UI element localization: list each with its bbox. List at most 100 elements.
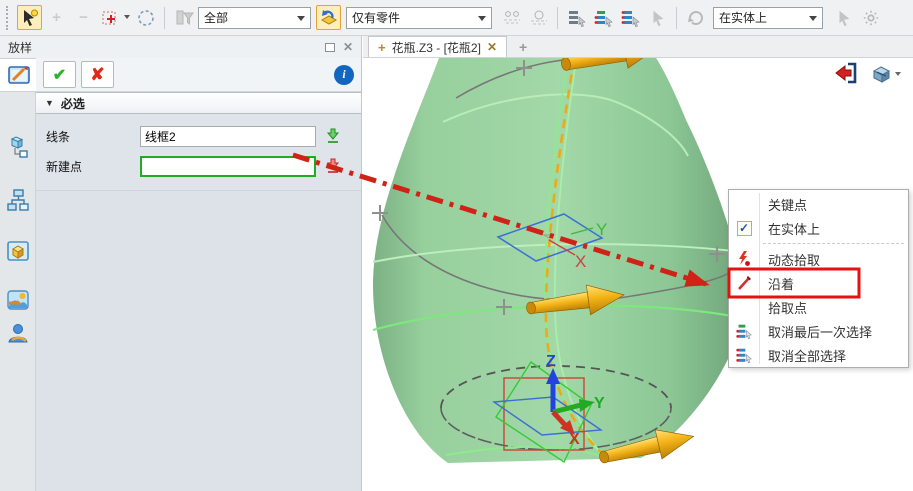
toolbar-drag-handle[interactable]	[6, 6, 12, 30]
toolbar-separator	[164, 7, 165, 29]
loop-curve-icon	[529, 8, 549, 28]
required-section-label: 必选	[61, 95, 85, 112]
remove-selection-button[interactable]: −	[71, 5, 96, 30]
chevron-down-icon	[297, 16, 305, 25]
ok-button[interactable]: ✔	[43, 61, 76, 88]
tab-view-manager[interactable]	[0, 234, 36, 268]
scene-image-icon	[6, 288, 30, 312]
menu-gutter-divider	[759, 193, 760, 364]
tab-assembly-manager[interactable]	[0, 183, 36, 217]
smart-pick-cursor-icon	[20, 8, 40, 28]
tab-close-icon[interactable]: ✕	[487, 40, 497, 54]
menu-item-label: 沿着	[759, 274, 794, 293]
document-tabbar: + 花瓶.Z3 - [花瓶2] ✕ +	[363, 36, 913, 58]
collapse-arrow-icon: ▼	[45, 98, 54, 108]
along-pen-icon	[736, 275, 752, 291]
selection-toolbar: + − 全部	[0, 0, 913, 36]
manager-tab-strip	[0, 58, 36, 491]
view-cube-icon	[870, 63, 893, 84]
menu-item-undo-all-picks[interactable]: 取消全部选择	[729, 343, 908, 367]
smart-pick-button[interactable]	[17, 5, 42, 30]
loft-command-panel: 放样 ✕	[0, 36, 362, 491]
list-cursor-icon	[567, 8, 587, 28]
required-section-header[interactable]: ▼ 必选	[36, 92, 361, 114]
list-undo-all-icon	[621, 8, 641, 28]
loop-pick-button[interactable]	[526, 5, 551, 30]
document-tab-active[interactable]: + 花瓶.Z3 - [花瓶2] ✕	[368, 36, 507, 57]
rotate-arrows-icon	[686, 8, 706, 28]
chain-curve-icon	[502, 8, 522, 28]
pick-point-cursor-button[interactable]	[831, 5, 856, 30]
panel-float-button[interactable]	[325, 43, 335, 52]
line-field-row: 线条	[46, 121, 355, 151]
gear-icon	[862, 9, 880, 27]
cancel-button[interactable]: ✘	[81, 61, 114, 88]
tab-command-form[interactable]	[0, 58, 37, 92]
view-orientation-button[interactable]	[870, 63, 901, 84]
panel-close-button[interactable]: ✕	[343, 41, 353, 53]
menu-item-undo-last-pick[interactable]: 取消最后一次选择	[729, 319, 908, 343]
pick-filter-button[interactable]	[171, 5, 196, 30]
cycle-pick-button[interactable]	[683, 5, 708, 30]
cross-icon: ✘	[90, 65, 104, 85]
pick-scope-dropdown[interactable]: 仅有零件	[346, 7, 492, 29]
point-pick-mode-dropdown[interactable]: 在实体上	[713, 7, 823, 29]
toolbar-separator	[676, 7, 677, 29]
pick-settings-button[interactable]	[858, 5, 883, 30]
menu-item-pick-point[interactable]: 拾取点	[729, 295, 908, 319]
menu-item-label: 关键点	[759, 195, 807, 214]
form-rows: 线条 新建点	[36, 114, 361, 191]
line-input[interactable]	[140, 126, 316, 147]
line-ok-arrow-button[interactable]	[325, 128, 341, 145]
tab-history-manager[interactable]	[0, 130, 36, 164]
menu-item-on-entity[interactable]: ✓ 在实体上	[729, 216, 908, 240]
entity-filter-value: 全部	[204, 9, 228, 26]
tab-expand-icon[interactable]: +	[378, 40, 386, 55]
chevron-down-icon	[895, 72, 901, 79]
reselect-button[interactable]	[645, 5, 670, 30]
menu-item-dynamic-pick[interactable]: 动态拾取	[729, 247, 908, 271]
info-button[interactable]: i	[334, 65, 354, 85]
command-button-row: ✔ ✘ i	[36, 58, 361, 92]
new-document-tab-button[interactable]: +	[507, 36, 539, 57]
add-selection-button[interactable]: +	[44, 5, 69, 30]
info-icon: i	[342, 67, 345, 82]
check-icon: ✔	[53, 65, 66, 85]
menu-item-label: 拾取点	[759, 298, 807, 317]
chevron-down-icon	[809, 16, 817, 25]
undo-all-pick-button[interactable]	[618, 5, 643, 30]
panel-body: ✔ ✘ i ▼ 必选 线条	[0, 58, 361, 491]
document-tab-title: 花瓶.Z3 - [花瓶2]	[392, 39, 481, 56]
pick-box-plus-icon	[101, 8, 121, 28]
chain-pick-button[interactable]	[499, 5, 524, 30]
newpoint-input[interactable]	[140, 156, 316, 177]
newpoint-ok-arrow-button[interactable]	[325, 158, 341, 175]
loft-form: ✔ ✘ i ▼ 必选 线条	[36, 58, 361, 491]
checkmark-icon: ✓	[737, 221, 752, 236]
green-down-arrow-icon	[325, 128, 341, 145]
toolbar-separator	[557, 7, 558, 29]
undo-all-picks-icon	[736, 347, 753, 364]
line-field-label: 线条	[46, 128, 140, 145]
solid-cube-icon	[6, 239, 30, 263]
pick-last-list-button[interactable]	[564, 5, 589, 30]
pick-context-menu: 关键点 ✓ 在实体上 动态拾取	[728, 189, 909, 368]
exit-sketch-icon[interactable]	[834, 62, 858, 84]
lasso-circle-icon	[136, 8, 156, 28]
tab-visual-manager[interactable]	[0, 283, 36, 317]
menu-item-keypoints[interactable]: 关键点	[729, 192, 908, 216]
multi-pick-button[interactable]	[98, 5, 123, 30]
surface-arrow-icon	[319, 8, 339, 28]
point-pick-mode-value: 在实体上	[719, 9, 767, 26]
triad-axis-z-label: Z	[546, 353, 556, 370]
pick-from-part-toggle[interactable]	[316, 5, 341, 30]
user-icon	[6, 321, 30, 345]
undo-last-pick-button[interactable]	[591, 5, 616, 30]
cursor-icon	[835, 9, 853, 27]
menu-separator	[763, 243, 904, 244]
menu-item-along[interactable]: 沿着	[729, 271, 908, 295]
lasso-pick-button[interactable]	[133, 5, 158, 30]
part-tree-icon	[6, 135, 30, 159]
entity-filter-dropdown[interactable]: 全部	[198, 7, 311, 29]
tab-role-manager[interactable]	[0, 316, 36, 350]
